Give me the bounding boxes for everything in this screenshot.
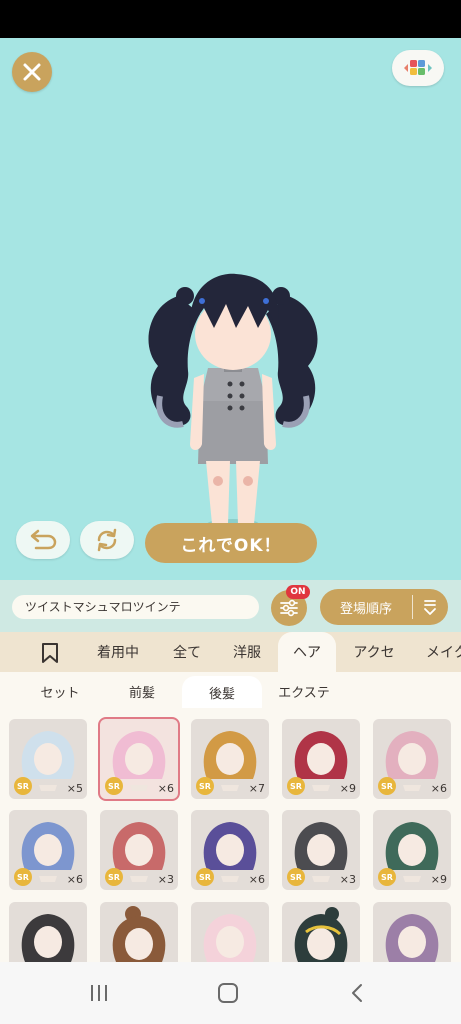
hair-thumbnail	[294, 907, 348, 962]
rarity-badge: SR	[378, 777, 396, 795]
item-count: ×6	[66, 873, 83, 886]
tab-makeup[interactable]: メイク	[416, 632, 461, 672]
item-count: ×5	[66, 782, 83, 795]
tab-wearing[interactable]: 着用中	[84, 632, 152, 672]
system-navigation-bar	[0, 962, 461, 1024]
hair-item-card[interactable]: SR ×3	[100, 810, 178, 890]
item-count: ×3	[157, 873, 174, 886]
filter-on-badge: ON	[286, 585, 310, 599]
rarity-badge: SR	[14, 868, 32, 886]
home-icon	[218, 983, 238, 1003]
item-count: ×6	[430, 782, 447, 795]
item-info-bar: ツイストマシュマロツインテ ON 登場順序	[0, 580, 461, 632]
rarity-badge: SR	[196, 777, 214, 795]
back-button[interactable]	[342, 980, 372, 1006]
hair-subtabs: セット 前髪 後髪 エクステ	[0, 672, 461, 708]
item-name-field: ツイストマシュマロツインテ	[12, 595, 259, 619]
item-count: ×7	[248, 782, 265, 795]
item-count: ×6	[248, 873, 265, 886]
sliders-icon	[280, 599, 298, 617]
recent-apps-button[interactable]	[84, 980, 114, 1006]
hair-item-card[interactable]: SR ×9	[282, 719, 360, 799]
sort-label: 登場順序	[339, 601, 392, 617]
reset-button[interactable]	[80, 521, 134, 559]
item-count: ×9	[430, 873, 447, 886]
rarity-badge: SR	[196, 868, 214, 886]
hair-item-card[interactable]: SR ×6	[373, 719, 451, 799]
hair-item-card[interactable]	[282, 902, 360, 962]
hair-thumbnail	[203, 914, 257, 962]
tab-all[interactable]: 全て	[160, 632, 214, 672]
status-bar	[0, 0, 461, 38]
home-button[interactable]	[213, 980, 243, 1006]
subtab-front-hair[interactable]: 前髪	[102, 678, 182, 704]
hair-item-card[interactable]: SR ×5	[9, 719, 87, 799]
item-count: ×9	[339, 782, 356, 795]
avatar-stage: これでOK！	[0, 38, 461, 580]
hair-item-grid: SR ×5 SR ×6 SR ×7 SR ×9 SR ×6 SR ×6 SR ×…	[0, 708, 461, 962]
confirm-button[interactable]: これでOK！	[145, 523, 317, 563]
subtab-back-hair[interactable]: 後髪	[182, 676, 262, 708]
tab-hair[interactable]: ヘア	[278, 632, 336, 672]
sort-order-icon[interactable]	[413, 598, 447, 616]
hair-item-card[interactable]: SR ×9	[373, 810, 451, 890]
hair-item-card[interactable]: SR ×7	[191, 719, 269, 799]
item-count: ×6	[157, 782, 174, 795]
tab-accessories[interactable]: アクセ	[342, 632, 406, 672]
rarity-badge: SR	[287, 868, 305, 886]
hair-item-card[interactable]: SR ×6	[9, 810, 87, 890]
hair-thumbnail	[112, 906, 166, 962]
item-count: ×3	[339, 873, 356, 886]
rarity-badge: SR	[287, 777, 305, 795]
hair-thumbnail	[385, 914, 439, 962]
rarity-badge: SR	[105, 777, 123, 795]
avatar-character	[148, 273, 318, 529]
hair-item-card[interactable]	[100, 902, 178, 962]
hair-item-card[interactable]	[373, 902, 451, 962]
back-icon	[352, 984, 362, 1002]
subtab-set[interactable]: セット	[18, 678, 102, 704]
subtab-extensions[interactable]: エクステ	[262, 678, 346, 704]
rarity-badge: SR	[14, 777, 32, 795]
bookmark-icon[interactable]	[40, 642, 60, 668]
tab-clothes[interactable]: 洋服	[220, 632, 274, 672]
close-icon	[23, 63, 41, 81]
rarity-badge: SR	[105, 868, 123, 886]
sort-button[interactable]: 登場順序	[320, 589, 448, 625]
rarity-badge: SR	[378, 868, 396, 886]
hair-item-card[interactable]	[9, 902, 87, 962]
recent-apps-icon	[91, 985, 107, 1001]
color-menu-button[interactable]	[392, 50, 444, 86]
hair-item-card[interactable]: SR ×6	[191, 810, 269, 890]
hair-item-card[interactable]: SR ×3	[282, 810, 360, 890]
hair-item-card[interactable]	[191, 902, 269, 962]
hair-thumbnail	[21, 914, 75, 962]
category-tabs: 着用中 全て 洋服 ヘア アクセ メイク	[0, 632, 461, 672]
color-blocks-icon	[404, 60, 432, 75]
close-button[interactable]	[12, 52, 52, 92]
refresh-icon	[97, 528, 117, 552]
undo-icon	[30, 529, 57, 550]
undo-button[interactable]	[16, 521, 70, 559]
hair-item-card-selected[interactable]: SR ×6	[100, 719, 178, 799]
